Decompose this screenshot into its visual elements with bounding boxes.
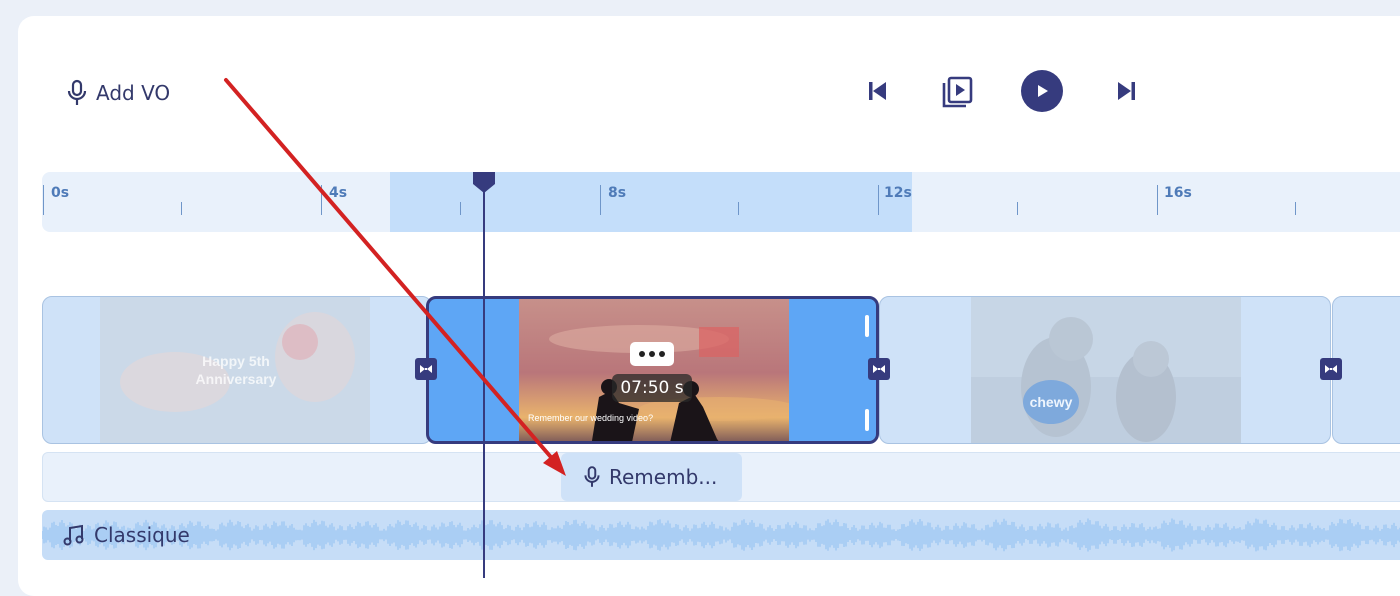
clip-caption: Remember our wedding video? bbox=[528, 413, 654, 423]
ruler-tick bbox=[1157, 185, 1158, 215]
ruler-label: 8s bbox=[608, 185, 627, 201]
skip-forward-icon bbox=[1118, 82, 1135, 100]
transition-icon bbox=[420, 365, 432, 373]
music-track[interactable] bbox=[42, 510, 1400, 560]
music-clip-label[interactable]: Classique bbox=[62, 520, 190, 550]
skip-back-icon bbox=[869, 82, 886, 100]
ruler-label: 0s bbox=[51, 185, 70, 201]
ruler-selection-range bbox=[390, 172, 912, 232]
clip-duration-badge: 07:50 s bbox=[612, 374, 692, 402]
voiceover-label: Rememb... bbox=[609, 465, 718, 489]
clip-grip[interactable] bbox=[865, 409, 869, 431]
music-note-icon bbox=[63, 524, 84, 546]
ruler-tick bbox=[1017, 202, 1018, 215]
ruler-tick bbox=[460, 202, 461, 215]
video-clip-next[interactable] bbox=[1332, 296, 1400, 444]
ruler-tick bbox=[43, 185, 44, 215]
clip-thumbnail: chewy bbox=[971, 297, 1241, 443]
transition-handle[interactable] bbox=[868, 358, 890, 380]
transition-handle[interactable] bbox=[1320, 358, 1342, 380]
clip-more-button[interactable] bbox=[630, 342, 674, 366]
ruler-tick bbox=[878, 185, 879, 215]
ruler-tick bbox=[181, 202, 182, 215]
ruler-label: 4s bbox=[329, 185, 348, 201]
ruler-tick bbox=[600, 185, 601, 215]
play-icon bbox=[1038, 85, 1048, 97]
voiceover-clip[interactable]: Rememb... bbox=[561, 453, 742, 501]
transition-icon bbox=[1325, 365, 1337, 373]
audio-waveform bbox=[42, 518, 1400, 552]
clip-thumbnail-text: Happy 5th Anniversary bbox=[195, 353, 277, 387]
transition-handle[interactable] bbox=[415, 358, 437, 380]
playhead-handle[interactable] bbox=[473, 172, 495, 194]
preview-icon bbox=[942, 76, 973, 108]
ruler-tick bbox=[321, 185, 322, 215]
mic-icon bbox=[67, 79, 87, 105]
music-label: Classique bbox=[94, 523, 190, 547]
playhead[interactable] bbox=[483, 178, 485, 578]
add-vo-label: Add VO bbox=[96, 81, 171, 105]
play-button[interactable] bbox=[1021, 70, 1063, 112]
ruler-label: 16s bbox=[1164, 185, 1192, 201]
video-clip-cats[interactable]: chewy bbox=[879, 296, 1331, 444]
timeline-ruler[interactable]: 0s 4s 8s 12s 16s bbox=[42, 172, 1400, 232]
ruler-tick bbox=[738, 202, 739, 215]
skip-forward-button[interactable] bbox=[1110, 74, 1144, 108]
more-dot-icon bbox=[639, 351, 645, 357]
clip-grip[interactable] bbox=[865, 315, 869, 337]
waveform-path bbox=[42, 518, 1400, 552]
ruler-tick bbox=[1295, 202, 1296, 215]
add-vo-button[interactable]: Add VO bbox=[66, 78, 170, 108]
more-dot-icon bbox=[649, 351, 655, 357]
mic-icon bbox=[584, 466, 600, 487]
skip-back-button[interactable] bbox=[860, 74, 894, 108]
transition-icon bbox=[873, 365, 885, 373]
ruler-label: 12s bbox=[884, 185, 912, 201]
preview-button[interactable] bbox=[936, 72, 978, 112]
more-dot-icon bbox=[659, 351, 665, 357]
